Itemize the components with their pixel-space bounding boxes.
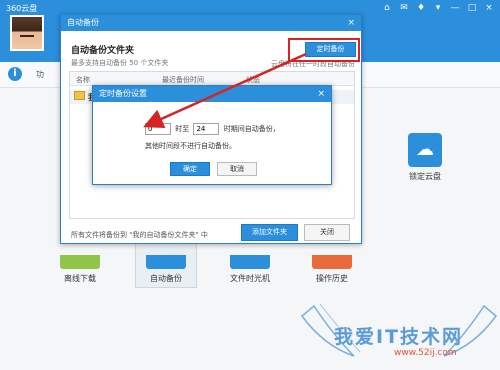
schedule-dialog-title: 定时备份设置 xyxy=(99,89,147,98)
time-machine-icon xyxy=(230,255,270,269)
avatar[interactable] xyxy=(10,15,44,51)
auto-backup-icon xyxy=(146,255,186,269)
close-icon[interactable]: × xyxy=(347,15,355,31)
dialog-titlebar: 自动备份 × xyxy=(61,15,361,31)
backup-folder-subtitle: 最多支持自动备份 50 个文件夹 xyxy=(71,59,169,67)
schedule-button-highlight xyxy=(288,38,360,62)
info-text: 功 xyxy=(36,70,44,79)
skin-icon[interactable]: ♦ xyxy=(416,3,426,13)
dialog-title: 自动备份 xyxy=(67,18,99,27)
from-hour-input[interactable] xyxy=(145,123,171,135)
cloud-lock-icon xyxy=(408,133,442,167)
auto-backup-tile[interactable]: 自动备份 xyxy=(136,255,196,284)
home-icon[interactable]: ⌂ xyxy=(382,3,392,13)
ok-button[interactable]: 确定 xyxy=(170,162,210,176)
schedule-note-text: 其他时间段不进行自动备份。 xyxy=(145,142,236,150)
window-controls: ⌂ ✉ ♦ ▾ — □ × xyxy=(382,3,494,13)
operation-history-label: 操作历史 xyxy=(316,274,348,283)
column-status[interactable]: 状态 xyxy=(246,75,260,85)
info-icon: i xyxy=(8,67,22,81)
maximize-icon[interactable]: □ xyxy=(467,3,477,13)
lock-drive-label: 锁定云盘 xyxy=(409,172,441,181)
cancel-button[interactable]: 取消 xyxy=(217,162,257,176)
close-icon[interactable]: × xyxy=(484,3,494,13)
watermark-text: 我爱IT技术网 xyxy=(334,326,464,348)
minimize-icon[interactable]: — xyxy=(450,3,460,13)
to-hour-input[interactable] xyxy=(193,123,220,135)
backup-footnote: 所有文件将备份到 "我的自动备份文件夹" 中 xyxy=(71,231,208,239)
folder-icon xyxy=(74,91,85,100)
close-icon[interactable]: × xyxy=(317,86,325,102)
add-folder-button[interactable]: 添加文件夹 xyxy=(241,224,298,241)
schedule-dialog-titlebar: 定时备份设置 × xyxy=(93,86,331,102)
auto-backup-label: 自动备份 xyxy=(150,274,182,283)
menu-icon[interactable]: ▾ xyxy=(433,3,443,13)
message-icon[interactable]: ✉ xyxy=(399,3,409,13)
operation-history-tile[interactable]: 操作历史 xyxy=(302,255,362,284)
column-last-backup[interactable]: 最近备份时间 xyxy=(162,75,204,85)
history-icon xyxy=(312,255,352,269)
close-button[interactable]: 关闭 xyxy=(304,224,350,241)
watermark: 我爱IT技术网 www.52ij.com xyxy=(294,296,500,370)
backup-folder-heading: 自动备份文件夹 xyxy=(71,46,135,56)
table-header: 名称 最近备份时间 状态 xyxy=(70,72,354,86)
offline-download-icon xyxy=(60,255,100,269)
offline-download-tile[interactable]: 离线下载 xyxy=(50,255,110,284)
schedule-settings-dialog: 定时备份设置 × 时至 时期间自动备份， 其他时间段不进行自动备份。 确定 取消 xyxy=(92,85,332,185)
bottom-tiles: 离线下载 自动备份 文件时光机 操作历史 xyxy=(0,255,500,295)
app-title: 360云盘 xyxy=(6,4,38,13)
file-time-machine-tile[interactable]: 文件时光机 xyxy=(220,255,280,284)
watermark-url: www.52ij.com xyxy=(394,348,457,358)
to-label: 时至 xyxy=(175,125,190,133)
lock-drive-tile[interactable]: 锁定云盘 xyxy=(400,133,450,182)
column-name[interactable]: 名称 xyxy=(76,75,90,85)
offline-download-label: 离线下载 xyxy=(64,274,96,283)
file-time-machine-label: 文件时光机 xyxy=(230,274,270,283)
period-label: 时期间自动备份， xyxy=(223,125,280,133)
time-range-row: 时至 时期间自动备份， xyxy=(145,123,282,135)
